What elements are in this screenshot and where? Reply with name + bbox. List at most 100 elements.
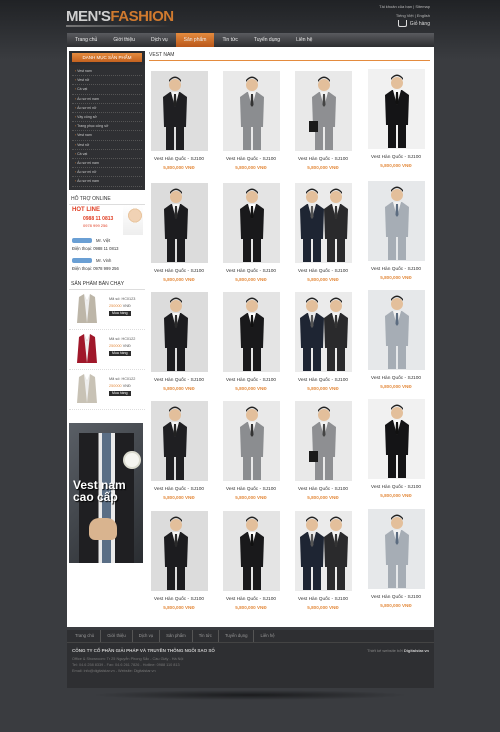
product-card[interactable]: Vest Hàn Quốc - SJ100 5,800,000 VNĐ xyxy=(293,401,353,500)
product-name[interactable]: Vest Hàn Quốc - SJ100 xyxy=(293,378,353,383)
product-card[interactable]: Vest Hàn Quốc - SJ100 5,800,000 VNĐ xyxy=(149,292,209,391)
product-card[interactable]: Vest Hàn Quốc - SJ100 5,800,000 VNĐ xyxy=(221,71,281,170)
product-image[interactable] xyxy=(222,71,280,151)
product-image[interactable] xyxy=(294,511,352,591)
product-card[interactable]: Vest Hàn Quốc - SJ100 5,800,000 VNĐ xyxy=(221,292,281,391)
site-logo[interactable]: MEN'SFASHION xyxy=(66,8,174,25)
online-status-icon[interactable] xyxy=(72,258,92,264)
category-item[interactable]: Vest nữ xyxy=(72,141,142,150)
vest-grey-image[interactable] xyxy=(74,373,100,406)
footer-link[interactable]: Sản phẩm xyxy=(160,630,193,642)
product-card[interactable]: Vest Hàn Quốc - SJ100 5,800,000 VNĐ xyxy=(293,183,353,282)
product-image[interactable] xyxy=(294,401,352,481)
product-name[interactable]: Vest Hàn Quốc - SJ100 xyxy=(366,155,426,160)
category-item[interactable]: Vest nam xyxy=(72,67,142,77)
product-image[interactable] xyxy=(150,71,208,151)
product-card[interactable]: Vest Hàn Quốc - SJ100 5,800,000 VNĐ xyxy=(149,401,209,500)
lang-en-link[interactable]: English xyxy=(417,13,430,18)
product-image[interactable] xyxy=(367,399,425,479)
lang-vi-link[interactable]: Tiếng Việt xyxy=(396,13,414,18)
footer-link[interactable]: Giới thiệu xyxy=(101,630,133,642)
product-image[interactable] xyxy=(367,509,425,589)
footer-link[interactable]: Trang chủ xyxy=(69,630,102,642)
product-name[interactable]: Vest Hàn Quốc - SJ100 xyxy=(149,157,209,162)
product-name[interactable]: Vest Hàn Quốc - SJ100 xyxy=(366,267,426,272)
product-name[interactable]: Vest Hàn Quốc - SJ100 xyxy=(221,269,281,274)
product-name[interactable]: Vest Hàn Quốc - SJ100 xyxy=(366,376,426,381)
buy-button[interactable]: Mua hàng xyxy=(109,390,131,396)
product-name[interactable]: Vest Hàn Quốc - SJ100 xyxy=(293,597,353,602)
vest-grey-image[interactable] xyxy=(74,293,100,326)
product-image[interactable] xyxy=(222,183,280,263)
nav-item-home[interactable]: Trang chủ xyxy=(67,33,105,47)
product-name[interactable]: Vest Hàn Quốc - SJ100 xyxy=(221,157,281,162)
product-image[interactable] xyxy=(294,183,352,263)
category-item[interactable]: Áo sơ mi nam xyxy=(72,177,142,187)
product-card[interactable]: Vest Hàn Quốc - SJ100 5,800,000 VNĐ xyxy=(221,401,281,500)
category-item[interactable]: Áo sơ mi nam xyxy=(72,159,142,169)
product-name[interactable]: Vest Hàn Quốc - SJ100 xyxy=(149,269,209,274)
product-name[interactable]: Vest Hàn Quốc - SJ100 xyxy=(149,378,209,383)
product-name[interactable]: Vest Hàn Quốc - SJ100 xyxy=(293,487,353,492)
product-image[interactable] xyxy=(294,292,352,372)
nav-item-careers[interactable]: Tuyển dụng xyxy=(246,33,288,47)
product-name[interactable]: Vest Hàn Quốc - SJ100 xyxy=(293,269,353,274)
nav-item-news[interactable]: Tin tức xyxy=(214,33,245,47)
footer-link[interactable]: Tin tức xyxy=(193,630,219,642)
product-name[interactable]: Vest Hàn Quốc - SJ100 xyxy=(221,597,281,602)
product-name[interactable]: Vest Hàn Quốc - SJ100 xyxy=(221,378,281,383)
footer-link[interactable]: Liên hệ xyxy=(254,630,280,642)
cart-link[interactable]: Giỏ hàng xyxy=(397,20,430,27)
product-card[interactable]: Vest Hàn Quốc - SJ100 5,800,000 VNĐ xyxy=(366,181,426,280)
product-card[interactable]: Vest Hàn Quốc - SJ100 5,800,000 VNĐ xyxy=(293,511,353,610)
product-card[interactable]: Vest Hàn Quốc - SJ100 5,800,000 VNĐ xyxy=(366,69,426,168)
nav-item-products[interactable]: Sản phẩm xyxy=(175,33,215,47)
product-name[interactable]: Vest Hàn Quốc - SJ100 xyxy=(149,597,209,602)
product-card[interactable]: Vest Hàn Quốc - SJ100 5,800,000 VNĐ xyxy=(221,183,281,282)
online-status-icon[interactable] xyxy=(72,238,92,244)
product-name[interactable]: Vest Hàn Quốc - SJ100 xyxy=(149,487,209,492)
category-item[interactable]: Trang phục công sở xyxy=(72,122,142,132)
product-card[interactable]: Vest Hàn Quốc - SJ100 5,800,000 VNĐ xyxy=(293,292,353,391)
nav-item-about[interactable]: Giới thiệu xyxy=(105,33,143,47)
category-item[interactable]: Váy công sở xyxy=(72,113,142,123)
product-card[interactable]: Vest Hàn Quốc - SJ100 5,800,000 VNĐ xyxy=(366,399,426,498)
promo-banner[interactable]: Vest nam cao cấp xyxy=(69,423,143,563)
product-card[interactable]: Vest Hàn Quốc - SJ100 5,800,000 VNĐ xyxy=(293,71,353,170)
product-image[interactable] xyxy=(367,69,425,149)
buy-button[interactable]: Mua hàng xyxy=(109,310,131,316)
product-image[interactable] xyxy=(367,181,425,261)
category-item[interactable]: Vest nữ xyxy=(72,76,142,86)
product-name[interactable]: Vest Hàn Quốc - SJ100 xyxy=(366,595,426,600)
category-item[interactable]: Áo sơ mi nữ xyxy=(72,168,142,178)
product-card[interactable]: Vest Hàn Quốc - SJ100 5,800,000 VNĐ xyxy=(149,511,209,610)
product-image[interactable] xyxy=(222,401,280,481)
product-name[interactable]: Vest Hàn Quốc - SJ100 xyxy=(221,487,281,492)
product-image[interactable] xyxy=(150,401,208,481)
product-card[interactable]: Vest Hàn Quốc - SJ100 5,800,000 VNĐ xyxy=(366,509,426,608)
nav-item-contact[interactable]: Liên hệ xyxy=(288,33,320,47)
account-link[interactable]: Tài khoản của bạn xyxy=(379,4,412,9)
buy-button[interactable]: Mua hàng xyxy=(109,350,131,356)
vest-red-image[interactable] xyxy=(74,333,100,366)
product-card[interactable]: Vest Hàn Quốc - SJ100 5,800,000 VNĐ xyxy=(149,183,209,282)
product-name[interactable]: Vest Hàn Quốc - SJ100 xyxy=(293,157,353,162)
product-image[interactable] xyxy=(294,71,352,151)
footer-link[interactable]: Tuyển dụng xyxy=(219,630,255,642)
product-image[interactable] xyxy=(367,290,425,370)
product-image[interactable] xyxy=(150,511,208,591)
footer-link[interactable]: Dịch vụ xyxy=(133,630,161,642)
product-card[interactable]: Vest Hàn Quốc - SJ100 5,800,000 VNĐ xyxy=(221,511,281,610)
product-image[interactable] xyxy=(150,292,208,372)
product-card[interactable]: Vest Hàn Quốc - SJ100 5,800,000 VNĐ xyxy=(149,71,209,170)
category-item[interactable]: Vest nam xyxy=(72,131,142,141)
product-image[interactable] xyxy=(222,292,280,372)
product-card[interactable]: Vest Hàn Quốc - SJ100 5,800,000 VNĐ xyxy=(366,290,426,389)
category-item[interactable]: Áo sơ mi nam xyxy=(72,95,142,104)
product-name[interactable]: Vest Hàn Quốc - SJ100 xyxy=(366,485,426,490)
product-image[interactable] xyxy=(222,511,280,591)
sitemap-link[interactable]: Sitemap xyxy=(415,4,430,9)
nav-item-services[interactable]: Dịch vụ xyxy=(143,33,176,47)
category-item[interactable]: Cà vạt xyxy=(72,85,142,95)
category-item[interactable]: Áo sơ mi nữ xyxy=(72,104,142,114)
